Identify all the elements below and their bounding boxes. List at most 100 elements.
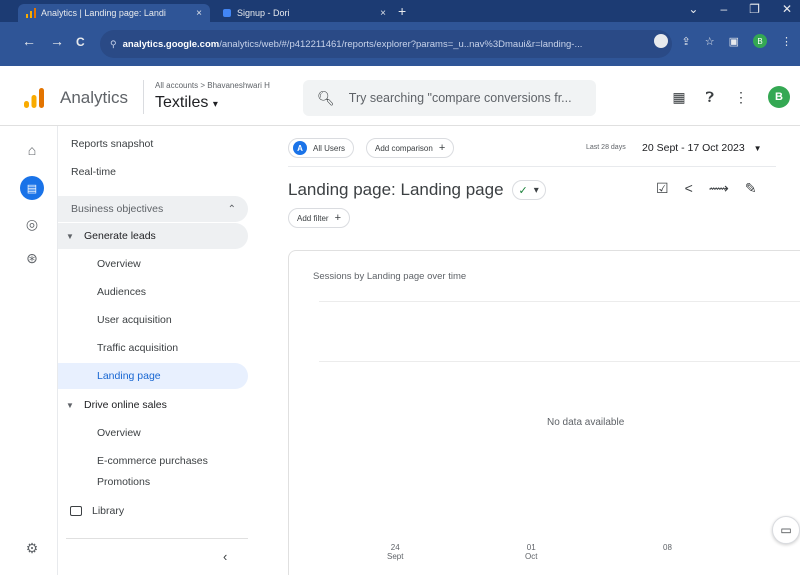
extension-icon[interactable] [653,34,668,48]
nav-realtime[interactable]: Real-time [58,159,248,185]
x-tick-label: 01 Oct [525,543,537,561]
bookmark-star-icon[interactable]: ☆ [705,35,715,48]
new-tab-button[interactable]: + [398,3,406,19]
nav-reports-snapshot[interactable]: Reports snapshot [58,131,248,157]
nav-item-user-acquisition[interactable]: User acquisition [58,307,248,333]
account-breadcrumb[interactable]: All accounts > Bhavaneshwari H [155,81,270,90]
x-tick-day: 01 [526,543,536,552]
insights-icon[interactable]: ⟿ [709,180,729,197]
nav-item-sales-overview[interactable]: Overview [58,420,248,446]
tab-signup[interactable]: Signup - Dori × [214,4,394,22]
edit-pencil-icon[interactable]: ✎ [745,180,757,197]
share-page-icon[interactable]: ⇪ [682,35,691,48]
header-actions: ▦ ❓︎ ⋮ B [672,86,790,108]
plus-icon: + [438,142,446,154]
search-placeholder: Try searching "compare conversions fr... [348,91,572,105]
avatar[interactable]: B [768,86,790,108]
reports-icon[interactable]: ▤ [20,176,44,200]
reload-icon[interactable]: C [76,35,85,49]
home-icon[interactable]: ⌂ [22,140,42,160]
address-bar[interactable]: ⚲ analytics.google.com /analytics/web/#/… [100,30,672,58]
analytics-logo-icon [24,88,44,108]
chip-label: Add comparison [375,143,433,153]
nav-section-business-objectives[interactable]: Business objectives ⌃ [58,196,248,222]
tab-close-icon[interactable]: × [196,8,202,19]
chart-title: Sessions by Landing page over time [313,271,467,282]
extension-icons: ⇪ ☆ ▣ B ⋮ [653,34,792,48]
x-tick-label: 24 Sept [387,543,403,561]
nav-label: Landing page [97,370,161,382]
nav-group-drive-online-sales[interactable]: ▼ Drive online sales [58,392,248,418]
nav-section-label: Business objectives [71,203,164,215]
date-range-picker[interactable]: 20 Sept - 17 Oct 2023 ▼ [642,142,762,154]
nav-label: Real-time [71,166,116,178]
tab-close-icon[interactable]: × [380,8,386,19]
tab-analytics[interactable]: Analytics | Landing page: Landi × [18,4,210,22]
url-host: analytics.google.com [122,38,220,50]
report-navigation: Reports snapshot Real-time Business obje… [58,126,250,575]
x-tick-month: Oct [525,552,538,561]
nav-group-label: Generate leads [84,230,156,242]
x-tick-month: Sept [387,552,404,561]
maximize-icon[interactable]: ❐ [749,2,760,16]
caret-down-icon: ▼ [66,231,74,241]
collapse-nav-button[interactable]: ‹ [223,549,227,564]
profile-icon[interactable]: B [753,34,767,48]
nav-item-landing-page[interactable]: Landing page [58,363,248,389]
nav-label: Reports snapshot [71,138,154,150]
comparison-chip-all-users[interactable]: A All Users [288,138,355,158]
share-icon[interactable]: < [685,180,693,197]
window-controls: ⌄ – ❐ ✕ [688,2,792,16]
more-options-icon[interactable]: ⋮ [734,89,748,106]
caret-down-icon: ▼ [66,400,74,410]
site-info-icon[interactable]: ⚲ [110,39,117,50]
page-title: Landing page: Landing page ✓ ▾ [288,180,546,200]
forward-icon[interactable]: → [50,33,64,49]
nav-item-promotions[interactable]: Promotions [58,476,248,490]
nav-item-traffic-acquisition[interactable]: Traffic acquisition [58,335,248,361]
analytics-favicon-icon [26,8,36,18]
nav-divider [66,538,248,539]
chip-label: All Users [313,143,346,153]
nav-group-generate-leads[interactable]: ▼ Generate leads [58,223,248,249]
admin-gear-icon[interactable]: ⚙ [22,538,42,558]
chart-gridline [319,361,800,362]
add-filter-button[interactable]: Add filter + [288,208,351,228]
browser-menu-icon[interactable]: ⋮ [781,35,792,48]
nav-item-audiences[interactable]: Audiences [58,279,248,305]
feedback-button[interactable]: ▭ [772,516,800,544]
segment-badge: A [293,141,307,155]
minimize-icon[interactable]: – [720,2,727,16]
side-panel-icon[interactable]: ▣ [729,35,739,48]
date-range-value: 20 Sept - 17 Oct 2023 [642,142,745,154]
nav-label: Traffic acquisition [97,342,179,354]
tab-title: Analytics | Landing page: Landi [41,8,166,18]
feedback-icon: ▭ [780,523,792,537]
back-icon[interactable]: ← [22,33,36,49]
report-title-text: Landing page: Landing page [288,180,504,199]
add-comparison-button[interactable]: Add comparison + [366,138,455,158]
date-range-label: Last 28 days [586,144,626,151]
explore-icon[interactable]: ◎ [22,214,42,234]
advertising-icon[interactable]: ⊛ [22,248,42,268]
nav-label: User acquisition [97,314,172,326]
browser-tabstrip: Analytics | Landing page: Landi × Signup… [0,0,800,22]
property-selector[interactable]: Textiles ▾ [155,94,218,112]
nav-library[interactable]: Library [58,498,248,524]
apps-grid-icon[interactable]: ▦ [672,89,685,106]
no-data-message: No data available [547,417,625,428]
tab-search-icon[interactable]: ⌄ [688,2,698,16]
help-icon[interactable]: ❓︎ [706,89,714,106]
nav-item-ecommerce-purchases[interactable]: E-commerce purchases [58,448,248,474]
customize-report-icon[interactable]: ☑ [656,180,669,197]
report-main: A All Users Add comparison + Last 28 day… [270,126,800,575]
report-actions: ☑ < ⟿ ✎ [656,180,757,197]
folder-icon [70,506,82,516]
nav-item-overview[interactable]: Overview [58,251,248,277]
search-input[interactable]: 🔍︎ Try searching "compare conversions fr… [303,80,596,116]
close-window-icon[interactable]: ✕ [782,2,792,16]
chart-gridline [319,301,800,302]
report-status-menu[interactable]: ✓ ▾ [511,180,546,200]
caret-down-icon: ▼ [753,144,762,153]
chip-label: Add filter [297,213,329,223]
